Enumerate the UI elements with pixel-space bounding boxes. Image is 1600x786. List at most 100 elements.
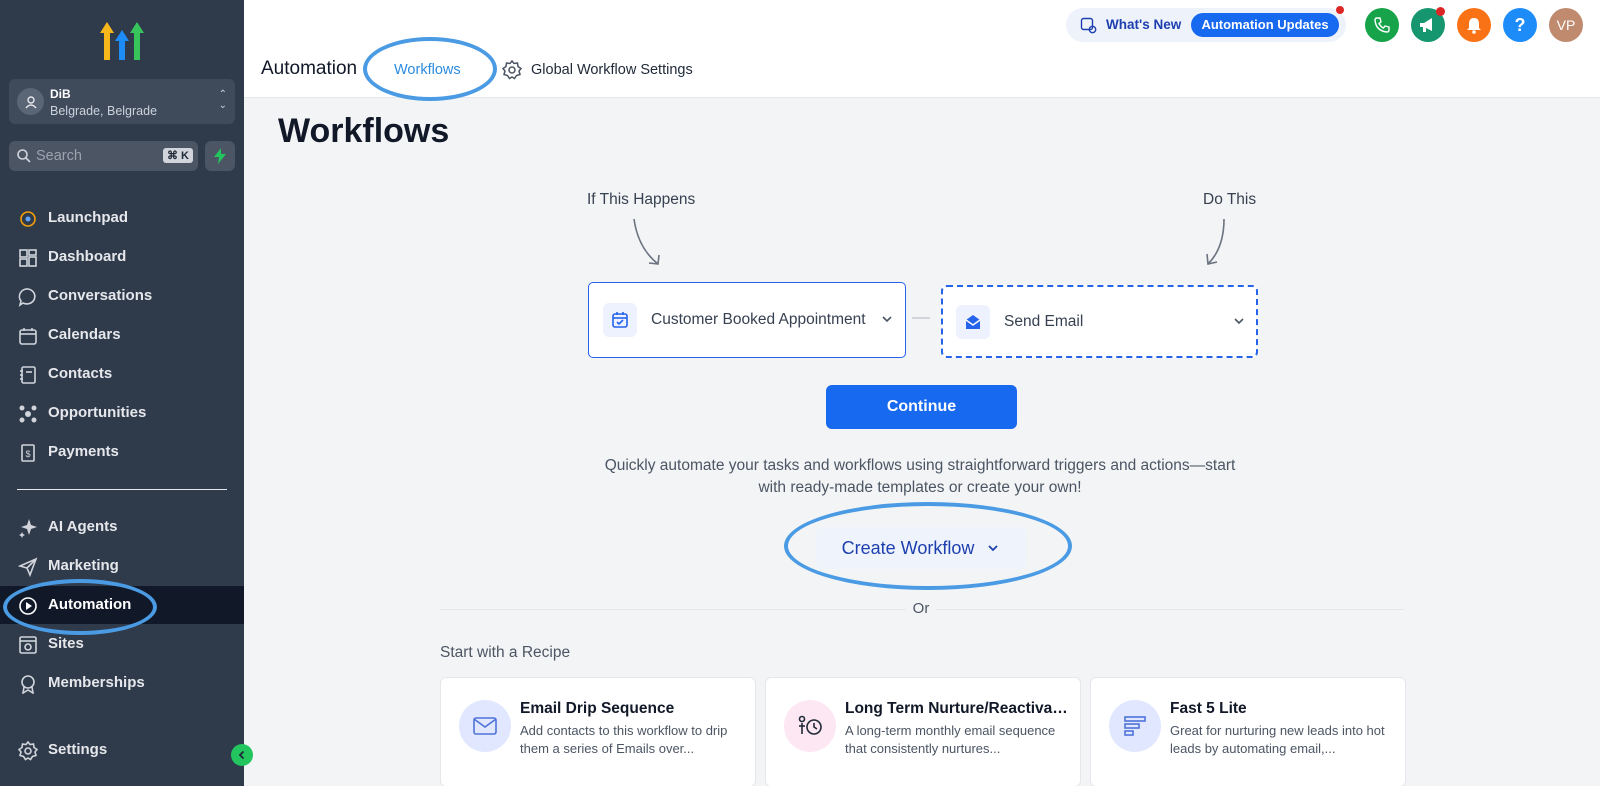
if-this-happens-label: If This Happens (587, 191, 696, 208)
action-dropdown[interactable]: Send Email (941, 285, 1258, 358)
page-title: Automation (261, 58, 358, 79)
gear-icon (18, 741, 38, 761)
opportunities-icon (19, 405, 37, 423)
sidebar-item-label: Calendars (48, 326, 121, 343)
sidebar-item-calendars[interactable]: Calendars (0, 316, 244, 354)
search-shortcut: ⌘ K (163, 148, 193, 163)
create-workflow-label: Create Workflow (841, 537, 975, 558)
recipe-description: Add contacts to this workflow to drip th… (520, 723, 728, 756)
sidebar-item-marketing[interactable]: Marketing (0, 547, 244, 585)
notification-dot (1436, 7, 1445, 16)
quick-actions-button[interactable] (205, 141, 235, 171)
automation-description: Quickly automate your tasks and workflow… (604, 457, 1236, 496)
send-icon (18, 557, 38, 577)
sidebar-item-conversations[interactable]: Conversations (0, 277, 244, 315)
announcements-button[interactable] (1411, 7, 1445, 42)
lightning-icon (214, 148, 226, 164)
sidebar-item-label: AI Agents (48, 518, 118, 535)
sites-icon (19, 636, 37, 654)
svg-text:$: $ (25, 449, 30, 459)
global-workflow-settings-link[interactable]: Global Workflow Settings (502, 60, 693, 80)
payments-icon: $ (21, 444, 35, 462)
phone-icon (1374, 17, 1390, 33)
automation-updates-pill[interactable]: Automation Updates (1191, 13, 1339, 37)
location-name: DiB (50, 87, 71, 101)
sidebar-item-label: Sites (48, 635, 84, 652)
sidebar-item-label: Opportunities (48, 404, 147, 421)
continue-button[interactable]: Continue (826, 385, 1017, 429)
automation-play-icon (19, 597, 37, 615)
nurture-clock-icon (784, 700, 836, 752)
sidebar-item-label: Dashboard (48, 248, 127, 265)
sidebar-item-label: Contacts (48, 365, 113, 382)
sidebar-item-label: Memberships (48, 674, 145, 691)
whats-new-button[interactable]: What's New Automation Updates (1066, 6, 1346, 42)
funnel-icon (1109, 700, 1161, 752)
whats-new-label: What's New (1106, 17, 1182, 32)
location-city: Belgrade, Belgrade (50, 104, 158, 118)
sidebar-item-label: Automation (48, 596, 132, 613)
trigger-dropdown[interactable]: Customer Booked Appointment (588, 282, 906, 358)
recipe-description: A long-term monthly email sequence that … (845, 723, 1056, 756)
chevron-down-icon (1234, 318, 1244, 325)
contacts-book-icon (20, 366, 36, 384)
dashboard-grid-icon (19, 249, 37, 267)
sidebar-item-payments[interactable]: $ Payments (0, 433, 244, 471)
sidebar: DiB Belgrade, Belgrade ⌃ ⌄ Search ⌘ K Lau… (0, 0, 253, 786)
chevron-down-icon (988, 545, 998, 552)
action-label: Send Email (1004, 313, 1084, 330)
recipe-title: Email Drip Sequence (520, 700, 675, 717)
collapse-sidebar-button[interactable] (231, 744, 253, 766)
search-icon (17, 149, 31, 163)
sidebar-item-ai-agents[interactable]: AI Agents (0, 508, 244, 546)
brand-logo (100, 22, 144, 60)
recipe-title: Long Term Nurture/Reactivation (845, 700, 1071, 717)
location-switcher[interactable]: DiB Belgrade, Belgrade ⌃ ⌄ (9, 79, 235, 124)
recipe-card-email-drip[interactable]: Email Drip Sequence Add contacts to this… (440, 677, 756, 786)
calendar-icon (19, 328, 37, 345)
user-avatar[interactable]: VP (1549, 8, 1583, 42)
sidebar-item-launchpad[interactable]: Launchpad (0, 199, 244, 237)
location-avatar (17, 88, 44, 115)
search-placeholder: Search (36, 148, 82, 164)
sidebar-item-sites[interactable]: Sites (0, 625, 244, 663)
sidebar-item-dashboard[interactable]: Dashboard (0, 238, 244, 276)
or-label: Or (906, 600, 936, 617)
bell-icon (1467, 17, 1481, 34)
sparkle-icon (19, 519, 37, 538)
award-icon (21, 675, 35, 694)
notifications-button[interactable] (1457, 8, 1491, 42)
recipe-card-long-term-nurture[interactable]: Long Term Nurture/Reactivation A long-te… (765, 677, 1081, 786)
curved-arrow-icon (1206, 218, 1225, 265)
sidebar-item-opportunities[interactable]: Opportunities (0, 394, 244, 432)
tab-workflows[interactable]: Workflows (394, 62, 461, 78)
sidebar-item-memberships[interactable]: Memberships (0, 664, 244, 702)
phone-button[interactable] (1365, 8, 1399, 42)
top-header: Automation Workflows Global Workflow Set… (244, 0, 1600, 98)
gear-icon (502, 60, 522, 80)
recipe-description: Great for nurturing new leads into hot l… (1170, 723, 1385, 756)
sidebar-item-label: Marketing (48, 557, 119, 574)
trigger-label: Customer Booked Appointment (651, 311, 866, 328)
create-workflow-button[interactable]: Create Workflow (816, 527, 1026, 569)
recipe-section-title: Start with a Recipe (440, 644, 571, 661)
recipe-card-fast-5-lite[interactable]: Fast 5 Lite Great for nurturing new lead… (1090, 677, 1406, 786)
megaphone-icon (1420, 18, 1432, 32)
recipe-title: Fast 5 Lite (1170, 700, 1247, 717)
app-window: DiB Belgrade, Belgrade ⌃ ⌄ Search ⌘ K Lau… (0, 0, 1600, 786)
sidebar-item-settings[interactable]: Settings (0, 731, 244, 769)
sidebar-search[interactable]: Search ⌘ K (9, 141, 198, 171)
help-button[interactable]: ? (1503, 8, 1537, 42)
chevron-updown-icon: ⌃ ⌄ (218, 89, 227, 111)
sidebar-item-label: Conversations (48, 287, 153, 304)
calendar-check-icon (603, 303, 637, 337)
page-heading: Workflows (278, 112, 450, 150)
trigger-action-connector (912, 317, 930, 319)
launchpad-icon (20, 211, 36, 227)
curved-arrow-icon (633, 218, 660, 265)
sidebar-item-automation[interactable]: Automation (0, 586, 244, 624)
sidebar-item-label: Launchpad (48, 209, 129, 226)
sidebar-item-contacts[interactable]: Contacts (0, 355, 244, 393)
chat-bubble-icon (18, 288, 36, 307)
chevron-down-icon (882, 316, 892, 323)
